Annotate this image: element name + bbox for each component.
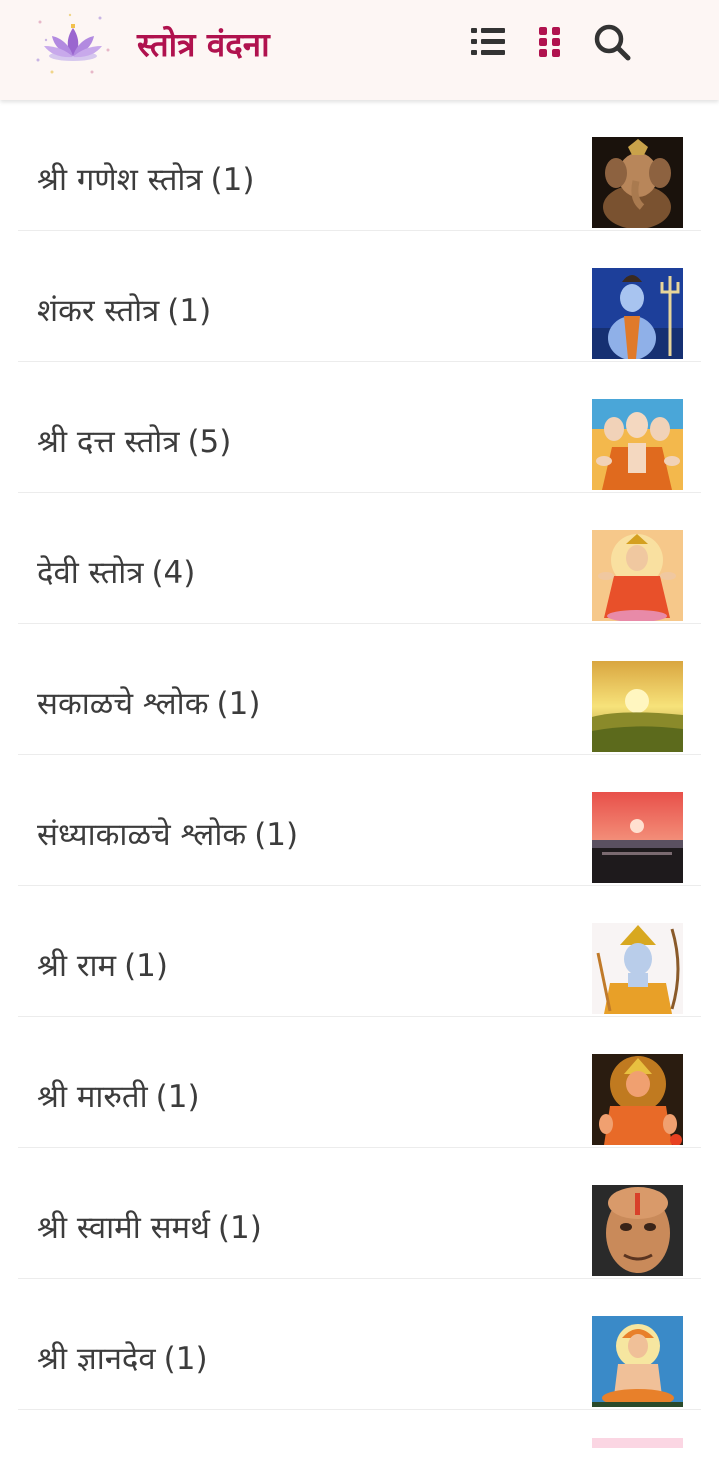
category-name: सकाळचे श्लोक [37, 686, 209, 722]
shiva-image [592, 268, 683, 359]
category-name: श्री स्वामी समर्थ [37, 1210, 210, 1246]
list-item[interactable]: श्री स्वामी समर्थ (1) [18, 1148, 701, 1279]
list-item[interactable]: श्री गणेश स्तोत्र (1) [18, 100, 701, 231]
ganesh-image [592, 137, 683, 228]
list-item[interactable]: श्री दत्त स्तोत्र (5) [18, 362, 701, 493]
list-view-icon[interactable] [468, 22, 508, 62]
category-name: शंकर स्तोत्र [37, 293, 160, 329]
grid-view-icon[interactable] [530, 22, 570, 62]
category-count: (1) [167, 293, 212, 329]
list-item[interactable]: सकाळचे श्लोक (1) [18, 624, 701, 755]
search-icon[interactable] [592, 22, 632, 62]
datta-image [592, 399, 683, 490]
list-item[interactable]: संध्याकाळचे श्लोक (1) [18, 755, 701, 886]
category-count: (1) [124, 948, 168, 984]
partial-list-item-image [592, 1438, 683, 1448]
ram-image [592, 923, 683, 1014]
category-count: (1) [216, 686, 261, 722]
dnyandev-image [592, 1316, 683, 1407]
devi-image [592, 530, 683, 621]
category-name: संध्याकाळचे श्लोक [37, 817, 247, 853]
category-name: श्री गणेश स्तोत्र [37, 162, 203, 198]
category-count: (1) [217, 1210, 262, 1246]
list-item[interactable]: देवी स्तोत्र (4) [18, 493, 701, 624]
category-count: (5) [187, 424, 232, 460]
category-name: श्री मारुती [37, 1079, 148, 1115]
category-count: (1) [155, 1079, 200, 1115]
sunrise-image [592, 661, 683, 752]
category-list: श्री गणेश स्तोत्र (1) शंकर स्तोत्र (1) श… [0, 100, 719, 1410]
category-label: श्री ज्ञानदेव (1) [37, 1279, 208, 1439]
category-count: (1) [163, 1341, 208, 1377]
sunset-image [592, 792, 683, 883]
category-count: (1) [210, 162, 255, 198]
list-item[interactable]: श्री मारुती (1) [18, 1017, 701, 1148]
app-title: स्तोत्र वंदना [137, 25, 270, 64]
category-name: श्री ज्ञानदेव [37, 1341, 156, 1377]
category-name: देवी स्तोत्र [37, 555, 144, 591]
list-item[interactable]: शंकर स्तोत्र (1) [18, 231, 701, 362]
category-name: श्री राम [37, 948, 117, 984]
category-name: श्री दत्त स्तोत्र [37, 424, 180, 460]
lotus-logo-icon [30, 10, 116, 80]
maruti-image [592, 1054, 683, 1145]
list-item[interactable]: श्री ज्ञानदेव (1) [18, 1279, 701, 1410]
app-bar: स्तोत्र वंदना [0, 0, 719, 100]
category-count: (1) [254, 817, 299, 853]
list-item[interactable]: श्री राम (1) [18, 886, 701, 1017]
swami-samarth-image [592, 1185, 683, 1276]
category-count: (4) [151, 555, 196, 591]
